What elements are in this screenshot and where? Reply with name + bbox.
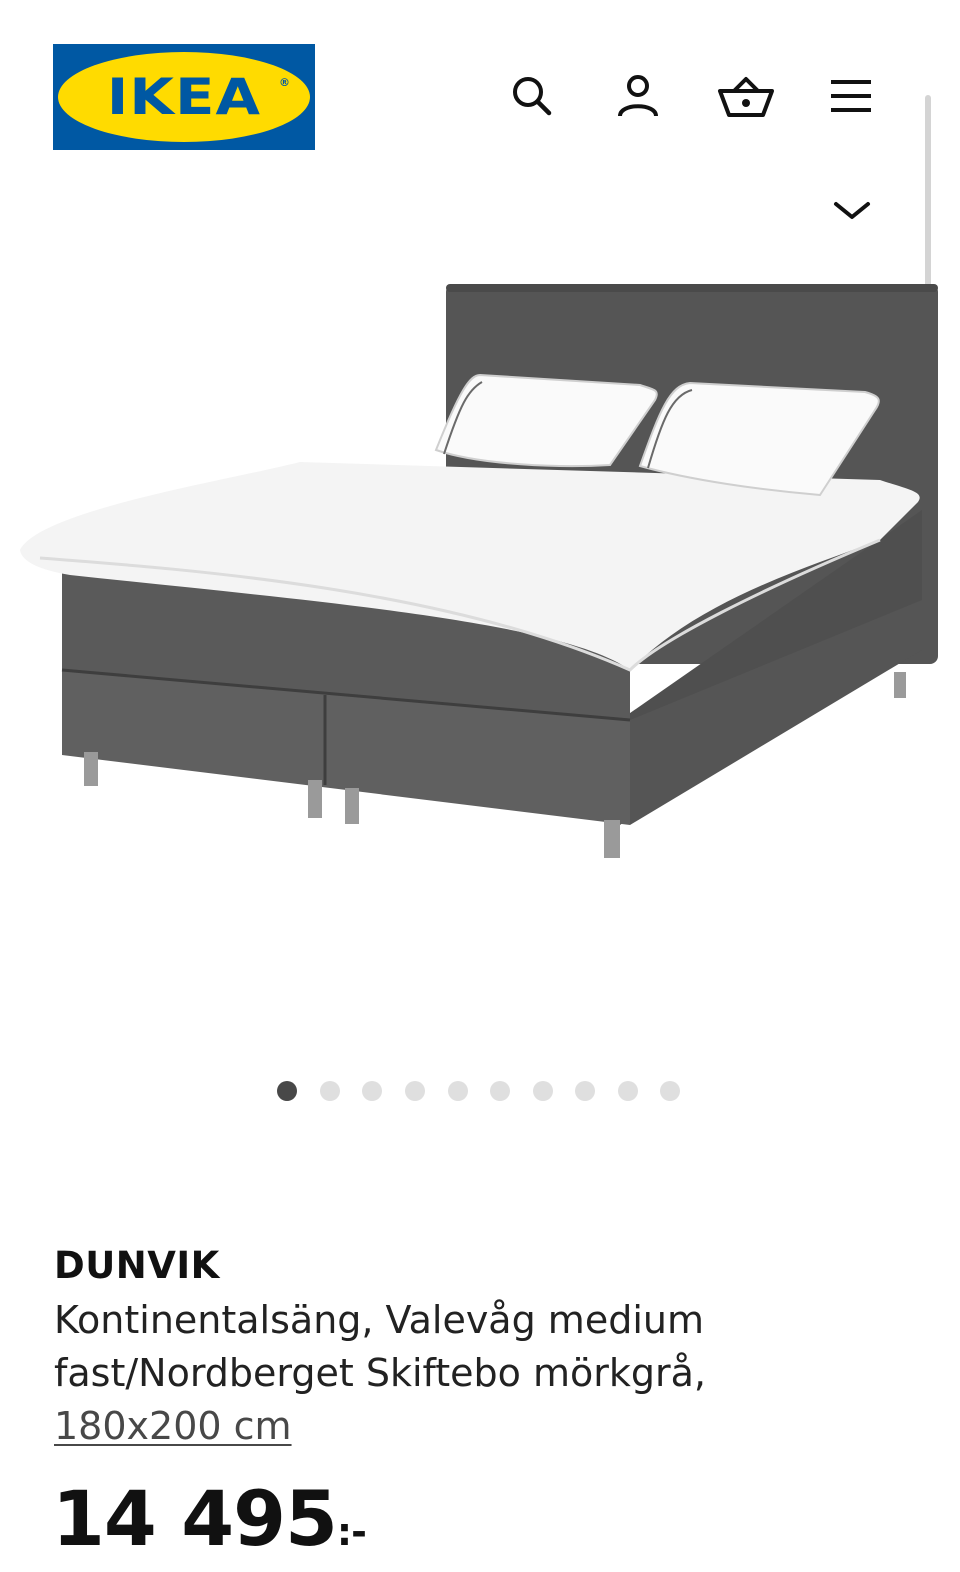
- size-link[interactable]: 180x200 cm: [54, 1404, 292, 1448]
- cart-icon: [718, 77, 774, 117]
- ikea-logo[interactable]: IKEA ®: [53, 44, 315, 150]
- carousel-dot-9[interactable]: [618, 1081, 638, 1101]
- menu-button[interactable]: [827, 72, 875, 120]
- carousel-dot-3[interactable]: [362, 1081, 382, 1101]
- carousel-dot-2[interactable]: [320, 1081, 340, 1101]
- search-button[interactable]: [508, 72, 556, 120]
- product-price: 14 495:-: [52, 1474, 367, 1563]
- carousel-dot-6[interactable]: [490, 1081, 510, 1101]
- carousel-dot-4[interactable]: [405, 1081, 425, 1101]
- chevron-down-icon: [834, 202, 870, 219]
- product-description-line2: fast/Nordberget Skiftebo mörkgrå,: [54, 1351, 706, 1395]
- price-value: 14 495: [52, 1474, 338, 1563]
- menu-icon: [831, 80, 871, 112]
- cart-button[interactable]: [716, 72, 776, 120]
- chevron-down-button[interactable]: [830, 196, 874, 226]
- carousel-dot-1[interactable]: [277, 1081, 297, 1101]
- logo-ellipse: IKEA ®: [58, 52, 310, 142]
- product-description-line1: Kontinentalsäng, Valevåg medium: [54, 1298, 704, 1342]
- carousel-dot-10[interactable]: [660, 1081, 680, 1101]
- logo-registered-mark: ®: [279, 76, 290, 89]
- carousel-dot-7[interactable]: [533, 1081, 553, 1101]
- carousel-dots: [0, 1081, 960, 1103]
- carousel-dot-5[interactable]: [448, 1081, 468, 1101]
- carousel-dot-8[interactable]: [575, 1081, 595, 1101]
- price-suffix: :-: [336, 1510, 367, 1554]
- account-icon: [618, 75, 658, 117]
- product-name: DUNVIK: [54, 1244, 220, 1287]
- account-button[interactable]: [614, 72, 662, 120]
- search-icon: [513, 77, 552, 116]
- product-image[interactable]: [0, 240, 960, 940]
